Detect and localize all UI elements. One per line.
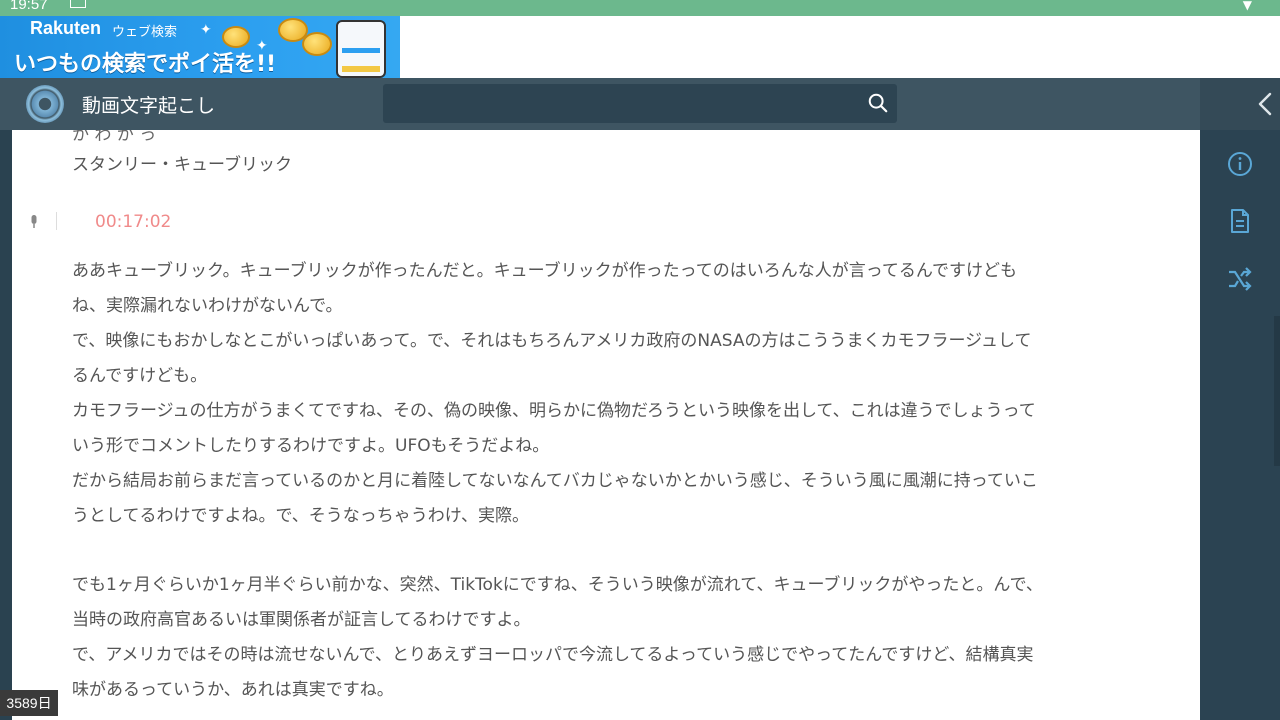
phone-illustration — [336, 20, 386, 78]
app-title: 動画文字起こし — [82, 95, 216, 117]
ad-tagline: いつもの検索でポイ活を!! — [14, 52, 277, 77]
search-input[interactable] — [383, 84, 897, 123]
search-icon[interactable] — [867, 92, 889, 114]
day-count-badge: 3589日 — [0, 690, 58, 716]
ad-row: Rakuten ウェブ検索 いつもの検索でポイ活を!! ✦ ✦ — [0, 16, 1280, 78]
transcript-line: 当時の政府高官あるいは軍関係者が証言してるわけですよ。 — [72, 610, 531, 630]
app-bar: 動画文字起こし — [0, 78, 1280, 130]
timestamp[interactable]: 00:17:02 — [95, 212, 171, 232]
transcript-line: で、映像にもおかしなとこがいっぱいあって。で、それはもちろんアメリカ政府のNAS… — [72, 331, 1032, 351]
status-bar: 19:57 ▼ — [0, 0, 1280, 16]
right-rail — [1200, 130, 1280, 720]
transcript-line: るんですけども。 — [72, 366, 208, 386]
coin-icon — [222, 26, 250, 48]
app-logo-icon — [26, 85, 64, 123]
mic-icon[interactable] — [28, 214, 40, 230]
transcript-line: うとしてるわけですよね。で、そうなっちゃうわけ、実際。 — [72, 506, 529, 526]
transcript-line: カモフラージュの仕方がうまくてですね、その、偽の映像、明らかに偽物だろうという映… — [72, 401, 1036, 421]
sparkle-icon: ✦ — [200, 22, 212, 38]
scrollbar-thumb[interactable] — [1274, 316, 1280, 466]
ad-brand: Rakuten — [30, 18, 102, 38]
chevron-left-icon[interactable] — [1254, 90, 1276, 118]
transcript-line: ああキューブリック。キューブリックが作ったんだと。キューブリックが作ったってのは… — [72, 261, 1018, 281]
ad-banner[interactable]: Rakuten ウェブ検索 いつもの検索でポイ活を!! ✦ ✦ — [0, 16, 400, 78]
document-icon[interactable] — [1227, 208, 1253, 234]
transcript-panel[interactable]: か わ か っ スタンリー・キューブリック 00:17:02 ああキューブリック… — [12, 130, 1200, 720]
status-time: 19:57 — [10, 0, 48, 13]
transcript-line: 味があるっていうか、あれは真実ですね。 — [72, 680, 394, 700]
speaker-name: スタンリー・キューブリック — [72, 155, 292, 175]
info-icon[interactable] — [1227, 151, 1253, 177]
wifi-icon: ▼ — [1242, 0, 1252, 12]
sparkle-icon: ✦ — [256, 38, 268, 54]
transcript-line: でも1ヶ月ぐらいか1ヶ月半ぐらい前かな、突然、TikTokにですね、そういう映像… — [72, 575, 1043, 595]
transcript-cut-line: か わ か っ — [72, 130, 157, 145]
shuffle-icon[interactable] — [1227, 266, 1253, 292]
transcript-line: いう形でコメントしたりするわけですよ。UFOもそうだよね。 — [72, 436, 550, 456]
left-gutter — [0, 130, 12, 720]
transcript-line: ね、実際漏れないわけがないんで。 — [72, 296, 343, 316]
ad-brand-sub: ウェブ検索 — [112, 25, 178, 40]
notification-icon — [70, 0, 86, 8]
divider — [56, 212, 57, 230]
coin-icon — [302, 32, 332, 56]
transcript-line: だから結局お前らまだ言っているのかと月に着陸してないなんてバカじゃないかとかいう… — [72, 471, 1038, 491]
transcript-line: で、アメリカではその時は流せないんで、とりあえずヨーロッパで今流してるよっていう… — [72, 645, 1034, 665]
